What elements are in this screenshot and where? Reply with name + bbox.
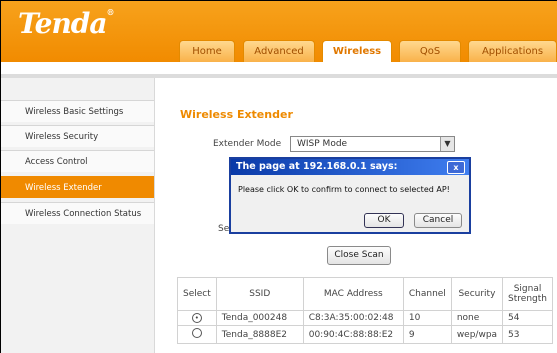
dialog-title-bar: The page at 192.168.0.1 says: x xyxy=(231,159,469,175)
sub-bar xyxy=(1,62,557,74)
tab-qos[interactable]: QoS xyxy=(399,40,461,62)
tab-wireless[interactable]: Wireless xyxy=(322,40,392,63)
page-title: Wireless Extender xyxy=(180,108,293,121)
ssid-cell: Tenda_8888E2 xyxy=(215,325,304,344)
dialog-title: The page at 192.168.0.1 says: xyxy=(236,161,398,172)
mac-cell: 00:90:4C:88:88:E2 xyxy=(302,325,404,344)
sidebar-item-wireless-security[interactable]: Wireless Security xyxy=(1,125,154,147)
radio-unselected[interactable] xyxy=(191,328,202,338)
partial-label: Se xyxy=(218,224,230,234)
dialog-message: Please click OK to confirm to connect to… xyxy=(238,185,450,194)
extender-mode-value: WISP Mode xyxy=(297,139,348,149)
cancel-button[interactable]: Cancel xyxy=(414,213,462,228)
sidebar-item-wireless-connection-status[interactable]: Wireless Connection Status xyxy=(1,202,154,224)
tab-home[interactable]: Home xyxy=(179,40,235,62)
extender-mode-select[interactable]: WISP Mode ▼ xyxy=(290,136,455,152)
tab-advanced[interactable]: Advanced xyxy=(243,40,315,62)
scan-results-table: Select SSID MAC Address Channel Security… xyxy=(177,277,553,344)
sidebar: Wireless Basic Settings Wireless Securit… xyxy=(1,78,155,353)
mac-cell: C8:3A:35:00:02:48 xyxy=(302,310,404,326)
extender-mode-label: Extender Mode xyxy=(213,139,282,149)
col-security: Security xyxy=(450,277,504,311)
close-icon[interactable]: x xyxy=(447,161,465,174)
table-row[interactable]: Tenda_8888E2 00:90:4C:88:88:E2 9 wep/wpa… xyxy=(177,325,553,344)
radio-selected[interactable]: • xyxy=(191,313,202,323)
ssid-cell: Tenda_000248 xyxy=(215,310,304,326)
select-cell[interactable] xyxy=(177,325,217,344)
security-cell: none xyxy=(450,310,504,326)
col-select: Select xyxy=(177,277,217,311)
close-scan-button[interactable]: Close Scan xyxy=(327,246,391,265)
chevron-down-icon: ▼ xyxy=(440,137,454,151)
security-cell: wep/wpa xyxy=(450,325,504,344)
sidebar-item-access-control[interactable]: Access Control xyxy=(1,150,154,172)
channel-cell: 9 xyxy=(402,325,452,344)
col-mac: MAC Address xyxy=(302,277,404,311)
channel-cell: 10 xyxy=(402,310,452,326)
signal-cell: 54 xyxy=(502,310,553,326)
tenda-logo: Tenda® xyxy=(18,7,115,40)
table-row[interactable]: • Tenda_000248 C8:3A:35:00:02:48 10 none… xyxy=(177,310,553,326)
confirm-dialog: The page at 192.168.0.1 says: x Please c… xyxy=(229,157,471,234)
select-cell[interactable]: • xyxy=(177,310,217,326)
col-signal: Signal Strength xyxy=(502,277,553,311)
col-channel: Channel xyxy=(402,277,452,311)
tab-applications[interactable]: Applications xyxy=(468,40,557,62)
ok-button[interactable]: OK xyxy=(364,213,404,228)
sidebar-item-wireless-extender[interactable]: Wireless Extender xyxy=(1,176,154,198)
sidebar-item-wireless-basic-settings[interactable]: Wireless Basic Settings xyxy=(1,100,154,122)
col-ssid: SSID xyxy=(215,277,304,311)
signal-cell: 53 xyxy=(502,325,553,344)
table-header-row: Select SSID MAC Address Channel Security… xyxy=(177,277,553,311)
